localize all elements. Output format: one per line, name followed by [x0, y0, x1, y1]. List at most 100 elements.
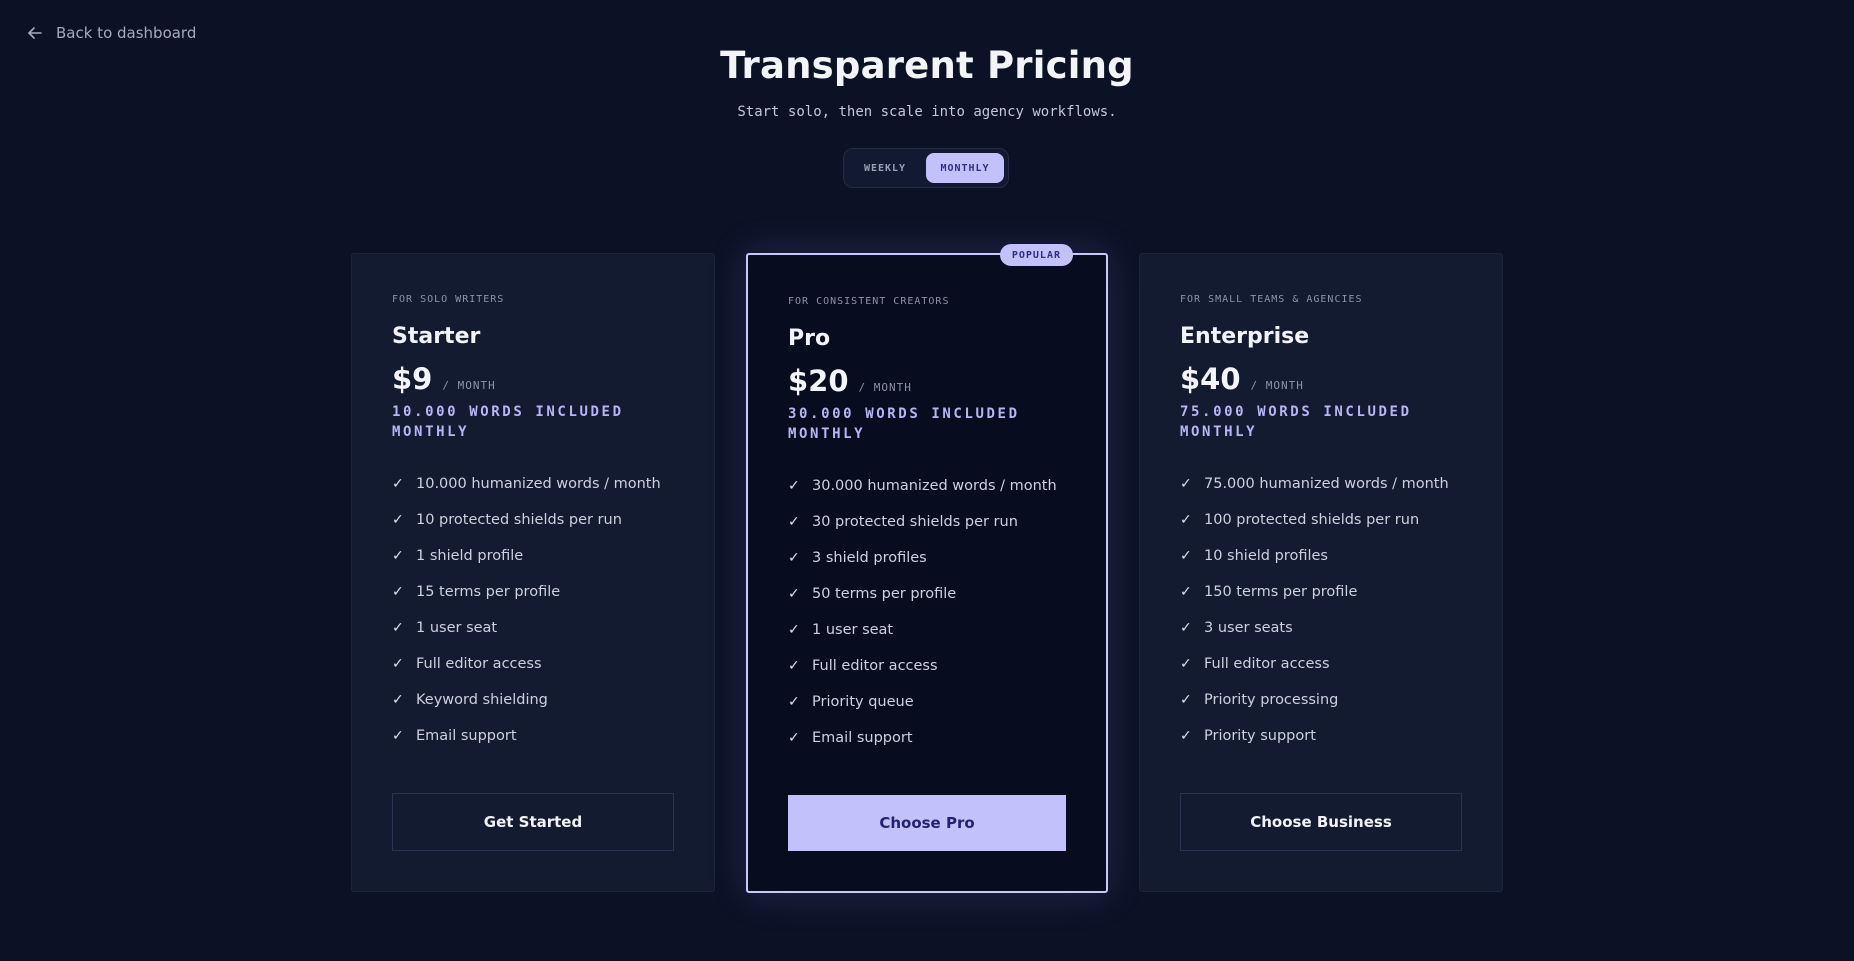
feature-item: ✓ 10 shield profiles	[1180, 538, 1462, 574]
check-icon: ✓	[1180, 548, 1192, 564]
plan-name: Starter	[392, 324, 481, 349]
check-icon: ✓	[1180, 584, 1192, 600]
plan-period: / MONTH	[1250, 379, 1304, 392]
toggle-option-weekly[interactable]: WEEKLY	[848, 153, 922, 183]
choose-business-button[interactable]: Choose Business	[1180, 793, 1462, 851]
feature-item: ✓ 10.000 humanized words / month	[392, 466, 674, 502]
check-icon: ✓	[392, 584, 404, 600]
feature-item: ✓ 3 user seats	[1180, 610, 1462, 646]
plan-audience: FOR SMALL TEAMS & AGENCIES	[1180, 294, 1363, 305]
feature-text: 75.000 humanized words / month	[1204, 476, 1449, 492]
feature-item: ✓ 10 protected shields per run	[392, 502, 674, 538]
feature-text: 3 shield profiles	[812, 550, 927, 566]
feature-text: 10.000 humanized words / month	[416, 476, 661, 492]
plan-audience: FOR CONSISTENT CREATORS	[788, 296, 950, 307]
check-icon: ✓	[1180, 476, 1192, 492]
feature-text: Email support	[812, 730, 913, 746]
feature-text: Full editor access	[1204, 656, 1330, 672]
check-icon: ✓	[788, 586, 800, 602]
feature-list: ✓ 10.000 humanized words / month ✓ 10 prot…	[392, 466, 674, 754]
feature-text: 10 protected shields per run	[416, 512, 622, 528]
plan-price-row: $9 / MONTH	[392, 362, 674, 398]
plan-name: Enterprise	[1180, 324, 1310, 349]
plan-name: Pro	[788, 326, 831, 351]
feature-item: ✓ Email support	[392, 718, 674, 754]
feature-text: 50 terms per profile	[812, 586, 957, 602]
plan-words-included: 75.000 WORDS INCLUDED MONTHLY	[1180, 404, 1412, 440]
feature-text: Priority processing	[1204, 692, 1339, 708]
check-icon: ✓	[392, 512, 404, 528]
check-icon: ✓	[788, 478, 800, 494]
feature-item: ✓ Full editor access	[1180, 646, 1462, 682]
page-subtitle: Start solo, then scale into agency workf…	[737, 104, 1117, 120]
check-icon: ✓	[392, 548, 404, 564]
page-title: Transparent Pricing	[720, 44, 1134, 87]
feature-text: 10 shield profiles	[1204, 548, 1328, 564]
check-icon: ✓	[392, 476, 404, 492]
popular-badge: POPULAR	[999, 244, 1073, 266]
check-icon: ✓	[788, 694, 800, 710]
check-icon: ✓	[392, 692, 404, 708]
feature-text: 1 user seat	[812, 622, 894, 638]
feature-item: ✓ Keyword shielding	[392, 682, 674, 718]
feature-list: ✓ 75.000 humanized words / month ✓ 100 pro…	[1180, 466, 1462, 754]
check-icon: ✓	[1180, 728, 1192, 744]
feature-item: ✓ 50 terms per profile	[788, 576, 1066, 612]
feature-item: ✓ Priority support	[1180, 718, 1462, 754]
toggle-option-monthly[interactable]: MONTHLY	[926, 153, 1004, 183]
check-icon: ✓	[788, 514, 800, 530]
plan-period: / MONTH	[858, 381, 912, 394]
plan-price: $40	[1180, 362, 1241, 396]
check-icon: ✓	[392, 620, 404, 636]
check-icon: ✓	[1180, 620, 1192, 636]
check-icon: ✓	[392, 656, 404, 672]
check-icon: ✓	[788, 622, 800, 638]
billing-period-toggle: WEEKLY MONTHLY	[843, 148, 1009, 188]
feature-text: Priority support	[1204, 728, 1316, 744]
check-icon: ✓	[392, 728, 404, 744]
feature-text: Full editor access	[812, 658, 938, 674]
feature-item: ✓ 30 protected shields per run	[788, 504, 1066, 540]
feature-text: 1 user seat	[416, 620, 498, 636]
feature-item: ✓ Full editor access	[392, 646, 674, 682]
plan-card-starter: FOR SOLO WRITERS Starter $9 / MONTH 10.0…	[351, 253, 715, 892]
feature-item: ✓ 30.000 humanized words / month	[788, 468, 1066, 504]
feature-item: ✓ 3 shield profiles	[788, 540, 1066, 576]
feature-item: ✓ Priority processing	[1180, 682, 1462, 718]
feature-item: ✓ Email support	[788, 720, 1066, 756]
feature-list: ✓ 30.000 humanized words / month ✓ 30 prot…	[788, 468, 1066, 756]
check-icon: ✓	[788, 730, 800, 746]
feature-item: ✓ 100 protected shields per run	[1180, 502, 1462, 538]
feature-text: 3 user seats	[1204, 620, 1293, 636]
plan-card-enterprise: FOR SMALL TEAMS & AGENCIES Enterprise $4…	[1139, 253, 1503, 892]
check-icon: ✓	[1180, 656, 1192, 672]
plan-audience: FOR SOLO WRITERS	[392, 294, 505, 305]
feature-item: ✓ Full editor access	[788, 648, 1066, 684]
feature-text: Priority queue	[812, 694, 914, 710]
check-icon: ✓	[1180, 512, 1192, 528]
back-to-dashboard-link[interactable]: Back to dashboard	[26, 24, 196, 42]
feature-text: Full editor access	[416, 656, 542, 672]
plan-price: $20	[788, 364, 849, 398]
feature-item: ✓ Priority queue	[788, 684, 1066, 720]
plan-card-pro: POPULAR FOR CONSISTENT CREATORS Pro $20 …	[746, 244, 1108, 893]
arrow-left-icon	[26, 24, 44, 42]
feature-text: 30 protected shields per run	[812, 514, 1018, 530]
feature-item: ✓ 75.000 humanized words / month	[1180, 466, 1462, 502]
feature-item: ✓ 1 user seat	[788, 612, 1066, 648]
feature-item: ✓ 15 terms per profile	[392, 574, 674, 610]
choose-pro-button[interactable]: Choose Pro	[788, 795, 1066, 851]
back-to-dashboard-label: Back to dashboard	[56, 24, 197, 42]
feature-text: 150 terms per profile	[1204, 584, 1358, 600]
feature-text: 15 terms per profile	[416, 584, 561, 600]
feature-item: ✓ 1 shield profile	[392, 538, 674, 574]
check-icon: ✓	[788, 658, 800, 674]
feature-text: 30.000 humanized words / month	[812, 478, 1057, 494]
get-started-button[interactable]: Get Started	[392, 793, 674, 851]
plan-words-included: 30.000 WORDS INCLUDED MONTHLY	[788, 406, 1020, 442]
feature-text: Email support	[416, 728, 517, 744]
check-icon: ✓	[788, 550, 800, 566]
feature-text: 1 shield profile	[416, 548, 524, 564]
feature-item: ✓ 1 user seat	[392, 610, 674, 646]
plan-price-row: $40 / MONTH	[1180, 362, 1462, 398]
